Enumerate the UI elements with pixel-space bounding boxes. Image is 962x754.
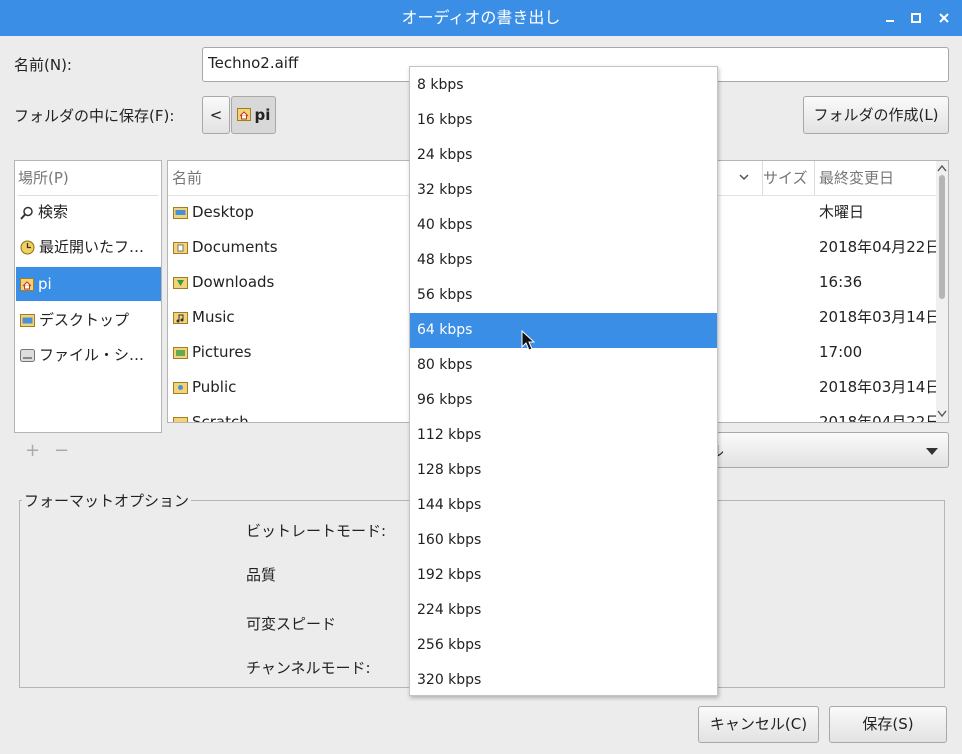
desktop-folder-icon bbox=[173, 206, 188, 219]
window-title: オーディオの書き出し bbox=[401, 8, 561, 27]
modified-cell: 2018年03月14日 bbox=[819, 308, 941, 326]
bitrate-option[interactable]: 24 kbps bbox=[410, 138, 717, 173]
places-item-recent[interactable]: 最近開いたフ… bbox=[16, 230, 161, 264]
maximize-icon bbox=[911, 13, 921, 23]
bitrate-option-selected[interactable]: 64 kbps bbox=[410, 313, 717, 348]
bitrate-mode-label: ビットレートモード: bbox=[246, 522, 387, 540]
places-item-search[interactable]: 検索 bbox=[16, 195, 161, 229]
bitrate-option[interactable]: 80 kbps bbox=[410, 348, 717, 383]
desktop-icon bbox=[20, 314, 35, 327]
format-options-legend: フォーマットオプション bbox=[24, 492, 190, 510]
column-size-header[interactable]: サイズ bbox=[762, 161, 813, 195]
sort-chevron-down-icon[interactable] bbox=[738, 169, 750, 187]
places-item-pi[interactable]: pi bbox=[16, 267, 161, 301]
modified-cell: 17:00 bbox=[819, 343, 863, 361]
modified-cell: 木曜日 bbox=[819, 203, 865, 221]
places-item-filesystem[interactable]: ファイル・シ… bbox=[16, 338, 161, 372]
table-row[interactable]: Public bbox=[169, 370, 236, 405]
places-item-label: pi bbox=[38, 275, 52, 293]
modified-cell: 2018年04月22日 bbox=[819, 238, 941, 256]
bitrate-option[interactable]: 56 kbps bbox=[410, 278, 717, 313]
path-label: pi bbox=[254, 106, 271, 124]
bitrate-option[interactable]: 224 kbps bbox=[410, 593, 717, 628]
music-folder-icon bbox=[173, 311, 188, 324]
mouse-pointer-icon bbox=[521, 330, 535, 351]
home-icon bbox=[20, 278, 34, 291]
close-button[interactable] bbox=[934, 8, 954, 28]
file-list-scrollbar[interactable] bbox=[936, 161, 948, 422]
filename-value: Techno2.aiff bbox=[208, 54, 299, 72]
quality-label: 品質 bbox=[246, 566, 277, 584]
public-folder-icon bbox=[173, 381, 188, 394]
scroll-up-icon[interactable] bbox=[936, 163, 948, 173]
places-panel: 場所(P) 検索 最近開いたフ… pi デスクトップ ファイル・シ… bbox=[14, 160, 162, 433]
places-item-label: 最近開いたフ… bbox=[39, 238, 145, 256]
bitrate-option[interactable]: 320 kbps bbox=[410, 663, 717, 698]
scroll-down-icon[interactable] bbox=[936, 409, 948, 419]
bitrate-option[interactable]: 40 kbps bbox=[410, 208, 717, 243]
bitrate-option[interactable]: 128 kbps bbox=[410, 453, 717, 488]
pictures-folder-icon bbox=[173, 346, 188, 359]
modified-cell: 2018年03月14日 bbox=[819, 378, 941, 396]
create-folder-button[interactable]: フォルダの作成(L) bbox=[803, 96, 949, 134]
bitrate-option[interactable]: 8 kbps bbox=[410, 68, 717, 103]
places-item-label: デスクトップ bbox=[39, 311, 130, 329]
save-in-folder-label: フォルダの中に保存(F): bbox=[14, 107, 175, 125]
path-button-pi[interactable]: pi bbox=[231, 96, 276, 134]
add-place-button[interactable]: + bbox=[25, 440, 40, 461]
file-name: Desktop bbox=[192, 203, 254, 221]
folder-icon bbox=[173, 416, 188, 422]
table-row[interactable]: Music bbox=[169, 300, 235, 335]
file-name: Downloads bbox=[192, 273, 275, 291]
scrollbar-thumb[interactable] bbox=[939, 175, 945, 299]
bitrate-option[interactable]: 96 kbps bbox=[410, 383, 717, 418]
file-name: Music bbox=[192, 308, 235, 326]
modified-cell: 2018年04月22日 bbox=[819, 413, 941, 422]
bitrate-option[interactable]: 112 kbps bbox=[410, 418, 717, 453]
recent-icon bbox=[20, 240, 35, 255]
drive-icon bbox=[20, 349, 35, 362]
dropdown-arrow-icon bbox=[926, 448, 938, 455]
modified-cell: 16:36 bbox=[819, 273, 863, 291]
documents-folder-icon bbox=[173, 241, 188, 254]
minimize-button[interactable] bbox=[880, 8, 900, 28]
table-row[interactable]: Scratch bbox=[169, 405, 249, 422]
remove-place-button[interactable]: − bbox=[54, 440, 69, 461]
maximize-button[interactable] bbox=[906, 8, 926, 28]
places-item-desktop[interactable]: デスクトップ bbox=[16, 303, 161, 337]
places-header[interactable]: 場所(P) bbox=[18, 161, 158, 196]
column-modified-header[interactable]: 最終変更日 bbox=[814, 161, 939, 195]
close-icon bbox=[939, 13, 949, 23]
file-name: Scratch bbox=[192, 413, 249, 422]
bitrate-option[interactable]: 16 kbps bbox=[410, 103, 717, 138]
bitrate-option[interactable]: 192 kbps bbox=[410, 558, 717, 593]
path-back-button[interactable]: < bbox=[202, 96, 230, 134]
table-row[interactable]: Documents bbox=[169, 230, 278, 265]
table-row[interactable]: Pictures bbox=[169, 335, 251, 370]
table-row[interactable]: Downloads bbox=[169, 265, 274, 300]
places-item-label: 検索 bbox=[38, 203, 69, 221]
name-label: 名前(N): bbox=[14, 56, 72, 74]
bitrate-dropdown[interactable]: 8 kbps 16 kbps 24 kbps 32 kbps 40 kbps 4… bbox=[409, 66, 718, 696]
bitrate-option[interactable]: 32 kbps bbox=[410, 173, 717, 208]
file-name: Pictures bbox=[192, 343, 252, 361]
variable-speed-label: 可変スピード bbox=[246, 615, 337, 633]
save-button[interactable]: 保存(S) bbox=[829, 706, 947, 743]
downloads-folder-icon bbox=[173, 276, 188, 289]
bitrate-option[interactable]: 160 kbps bbox=[410, 523, 717, 558]
table-row[interactable]: Desktop bbox=[169, 195, 254, 230]
minimize-icon bbox=[886, 20, 894, 22]
file-name: Public bbox=[192, 378, 237, 396]
bitrate-option[interactable]: 256 kbps bbox=[410, 628, 717, 663]
cancel-button[interactable]: キャンセル(C) bbox=[698, 706, 819, 743]
file-name: Documents bbox=[192, 238, 278, 256]
home-icon bbox=[236, 98, 251, 134]
bitrate-option[interactable]: 48 kbps bbox=[410, 243, 717, 278]
places-item-label: ファイル・シ… bbox=[39, 346, 145, 364]
channel-mode-label: チャンネルモード: bbox=[246, 659, 371, 677]
search-icon bbox=[20, 206, 33, 220]
bitrate-option[interactable]: 144 kbps bbox=[410, 488, 717, 523]
